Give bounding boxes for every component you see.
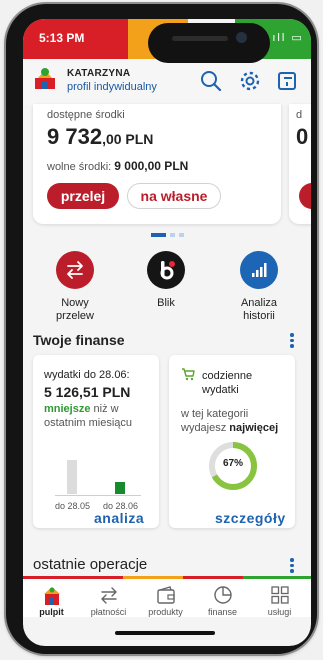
analysis-link[interactable]: analiza bbox=[94, 510, 144, 526]
finances-menu-icon[interactable] bbox=[289, 333, 295, 350]
wallet-icon bbox=[156, 586, 175, 604]
shopping-cart-icon bbox=[182, 368, 195, 381]
operations-menu-icon[interactable] bbox=[289, 558, 295, 575]
home-icon bbox=[43, 587, 60, 605]
nav-uslugi[interactable]: usługi bbox=[251, 579, 308, 617]
transfer-icon bbox=[56, 251, 94, 289]
finances-title: Twoje finanse bbox=[33, 332, 125, 348]
own-transfer-button[interactable]: na własne bbox=[127, 183, 221, 209]
screen: 5:13 PM ✱ ᯤ ıll ▭ KATARZYNA profil indyw… bbox=[23, 19, 311, 646]
bank-logo-icon bbox=[35, 68, 55, 89]
nav-produkty[interactable]: produkty bbox=[137, 579, 194, 617]
transfer-button[interactable]: przelej bbox=[47, 183, 119, 209]
nav-pulpit[interactable]: pulpit bbox=[23, 579, 80, 617]
donut-percent-label: 67% bbox=[222, 458, 243, 469]
previous-month-bar bbox=[67, 460, 77, 494]
recent-operations-title: ostatnie operacje bbox=[33, 556, 148, 573]
blik-label: Blik bbox=[157, 297, 175, 309]
user-name: KATARZYNA bbox=[67, 68, 131, 79]
available-funds-label: dostępne środki bbox=[47, 109, 125, 121]
transfer-icon bbox=[100, 587, 117, 604]
current-month-bar bbox=[115, 482, 125, 494]
settings-gear-icon[interactable] bbox=[238, 69, 262, 93]
spending-card[interactable]: wydatki do 28.06: 5 126,51 PLN mniejsze … bbox=[33, 355, 159, 528]
daily-spending-title: codzienne wydatki bbox=[202, 370, 253, 396]
history-analysis-action[interactable]: Analiza historii bbox=[224, 251, 294, 323]
blik-icon bbox=[147, 251, 185, 289]
details-link[interactable]: szczegóły bbox=[215, 510, 286, 526]
pie-chart-icon bbox=[213, 586, 232, 604]
free-funds: wolne środki: 9 000,00 PLN bbox=[47, 159, 189, 173]
daily-spending-card[interactable]: codzienne wydatki w tej kategorii wydaje… bbox=[169, 355, 295, 528]
nav-finanse[interactable]: finanse bbox=[194, 579, 251, 617]
new-transfer-action[interactable]: Nowy przelew bbox=[40, 251, 110, 323]
profile-switcher[interactable]: profil indywidualny bbox=[67, 81, 157, 93]
status-time: 5:13 PM bbox=[39, 31, 85, 45]
spending-comparison: mniejsze niż w ostatnim miesiącu bbox=[44, 403, 133, 429]
new-transfer-label: Nowy przelew bbox=[56, 297, 94, 322]
app-header: KATARZYNA profil indywidualny bbox=[23, 59, 311, 105]
search-icon[interactable] bbox=[199, 69, 223, 93]
camera-notch bbox=[148, 23, 270, 63]
phone-frame: 5:13 PM ✱ ᯤ ıll ▭ KATARZYNA profil indyw… bbox=[6, 4, 317, 654]
carousel-pager bbox=[151, 233, 188, 237]
grid-icon bbox=[270, 586, 289, 604]
home-indicator bbox=[115, 631, 215, 635]
bottom-navigation: pulpit płatności produkty finanse usługi bbox=[23, 579, 311, 617]
bar-chart-icon bbox=[240, 251, 278, 289]
previous-month-label: do 28.05 bbox=[55, 501, 91, 511]
nav-platnosci[interactable]: płatności bbox=[80, 579, 137, 617]
next-account-card[interactable]: d 0 bbox=[289, 104, 311, 224]
blik-action[interactable]: Blik bbox=[131, 251, 201, 310]
spending-amount: 5 126,51 PLN bbox=[44, 384, 131, 400]
daily-spending-desc: w tej kategorii wydajesz najwięcej bbox=[181, 408, 279, 434]
spending-title: wydatki do 28.06: bbox=[44, 369, 130, 381]
history-analysis-label: Analiza historii bbox=[240, 297, 278, 322]
available-funds-amount: 9 732,00 PLN bbox=[47, 124, 154, 149]
messages-icon[interactable] bbox=[275, 69, 299, 93]
account-card[interactable]: dostępne środki 9 732,00 PLN wolne środk… bbox=[33, 104, 281, 224]
